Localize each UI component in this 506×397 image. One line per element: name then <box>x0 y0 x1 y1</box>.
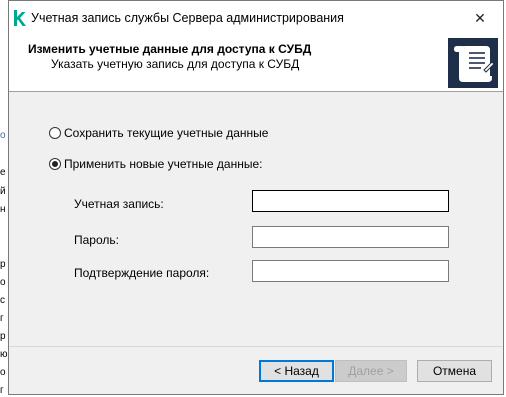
wizard-header: Изменить учетные данные для доступа к СУ… <box>9 35 503 92</box>
background-text: р <box>0 259 6 270</box>
kaspersky-logo-icon <box>14 10 26 26</box>
background-text: г <box>0 313 4 324</box>
close-button[interactable]: ✕ <box>457 1 503 35</box>
cancel-button[interactable]: Отмена <box>417 360 492 382</box>
wizard-content: Сохранить текущие учетные данные Примени… <box>9 92 503 346</box>
scroll-document-icon <box>448 38 498 88</box>
back-button[interactable]: < Назад <box>259 360 334 382</box>
radio-button-selected[interactable] <box>49 158 61 170</box>
confirm-password-input[interactable] <box>252 260 449 282</box>
wizard-step-title: Изменить учетные данные для доступа к СУ… <box>28 42 312 56</box>
next-button[interactable]: Далее > <box>335 360 407 382</box>
radio-keep-current[interactable]: Сохранить текущие учетные данные <box>49 126 268 140</box>
background-text: с <box>0 295 5 306</box>
radio-apply-new[interactable]: Применить новые учетные данные: <box>49 157 263 171</box>
background-text: о <box>0 277 6 288</box>
confirm-password-label: Подтверждение пароля: <box>74 266 210 280</box>
background-text: ю <box>0 349 8 360</box>
radio-label: Сохранить текущие учетные данные <box>64 126 269 140</box>
wizard-step-subtitle: Указать учетную запись для доступа к СУБ… <box>51 57 300 71</box>
password-label: Пароль: <box>74 233 119 247</box>
background-text: о <box>0 130 6 141</box>
password-input[interactable] <box>252 226 449 248</box>
close-icon: ✕ <box>474 9 486 26</box>
account-label: Учетная запись: <box>74 197 164 211</box>
service-account-dialog: Учетная запись службы Сервера администри… <box>8 0 504 395</box>
background-text: р <box>0 331 6 342</box>
account-input[interactable] <box>252 190 449 212</box>
background-text: о <box>0 367 6 378</box>
background-text: н <box>0 204 6 215</box>
footer-divider <box>9 346 503 347</box>
background-text: й <box>0 186 6 197</box>
title-bar: Учетная запись службы Сервера администри… <box>9 1 503 35</box>
radio-button[interactable] <box>49 127 61 139</box>
background-text: е <box>0 167 6 178</box>
window-title: Учетная запись службы Сервера администри… <box>31 11 344 25</box>
radio-label: Применить новые учетные данные: <box>64 157 263 171</box>
background-text: г <box>0 385 4 396</box>
